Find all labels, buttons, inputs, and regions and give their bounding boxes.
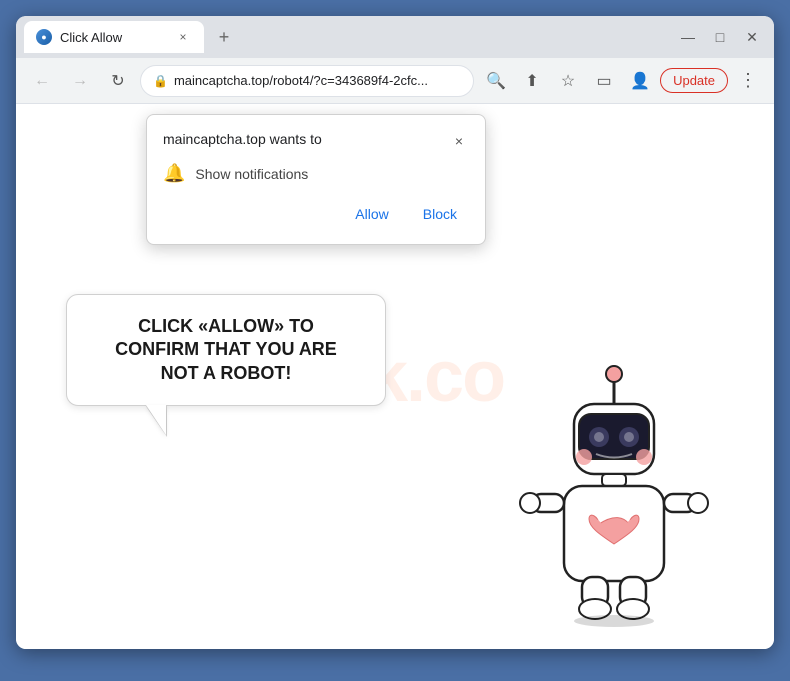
search-button[interactable]: 🔍 [480,65,512,97]
minimize-button[interactable]: — [674,23,702,51]
popup-close-button[interactable]: × [449,131,469,151]
tab-area: ● Click Allow × + [24,21,668,53]
lock-icon: 🔒 [153,74,168,88]
popup-buttons: Allow Block [163,200,469,228]
robot-character [514,349,714,629]
window-controls: — □ ✕ [674,23,766,51]
permission-popup: maincaptcha.top wants to × 🔔 Show notifi… [146,114,486,245]
share-button[interactable]: ⬆ [516,65,548,97]
popup-header: maincaptcha.top wants to × [163,131,469,151]
title-bar: ● Click Allow × + — □ ✕ [16,16,774,58]
tablet-button[interactable]: ▭ [588,65,620,97]
profile-button[interactable]: 👤 [624,65,656,97]
page-content: risk.co maincaptcha.top wants to × 🔔 Sho… [16,104,774,649]
update-button[interactable]: Update [660,68,728,93]
toolbar: ← → ↻ 🔒 maincaptcha.top/robot4/?c=343689… [16,58,774,104]
tab-close-button[interactable]: × [174,28,192,46]
browser-window: ● Click Allow × + — □ ✕ ← → ↻ 🔒 maincapt… [16,16,774,649]
maximize-button[interactable]: □ [706,23,734,51]
robot-svg [514,349,714,629]
popup-title: maincaptcha.top wants to [163,131,322,147]
toolbar-icons: 🔍 ⬆ ☆ ▭ 👤 Update ⋮ [480,65,764,97]
menu-button[interactable]: ⋮ [732,65,764,97]
new-tab-button[interactable]: + [210,23,238,51]
allow-button[interactable]: Allow [343,200,400,228]
speech-bubble: CLICK «ALLOW» TO CONFIRM THAT YOU ARE NO… [66,294,386,406]
reload-button[interactable]: ↻ [102,65,134,97]
bookmark-button[interactable]: ☆ [552,65,584,97]
bell-icon: 🔔 [163,163,185,184]
address-bar[interactable]: 🔒 maincaptcha.top/robot4/?c=343689f4-2cf… [140,65,474,97]
back-button[interactable]: ← [26,65,58,97]
active-tab[interactable]: ● Click Allow × [24,21,204,53]
tab-favicon: ● [36,29,52,45]
speech-bubble-tail [146,405,166,435]
close-button[interactable]: ✕ [738,23,766,51]
address-text: maincaptcha.top/robot4/?c=343689f4-2cfc.… [174,73,461,88]
notification-label: Show notifications [195,166,308,182]
speech-bubble-text: CLICK «ALLOW» TO CONFIRM THAT YOU ARE NO… [97,315,355,385]
block-button[interactable]: Block [411,200,469,228]
forward-button[interactable]: → [64,65,96,97]
tab-title: Click Allow [60,30,122,45]
speech-bubble-container: CLICK «ALLOW» TO CONFIRM THAT YOU ARE NO… [66,294,386,437]
notification-row: 🔔 Show notifications [163,163,469,184]
